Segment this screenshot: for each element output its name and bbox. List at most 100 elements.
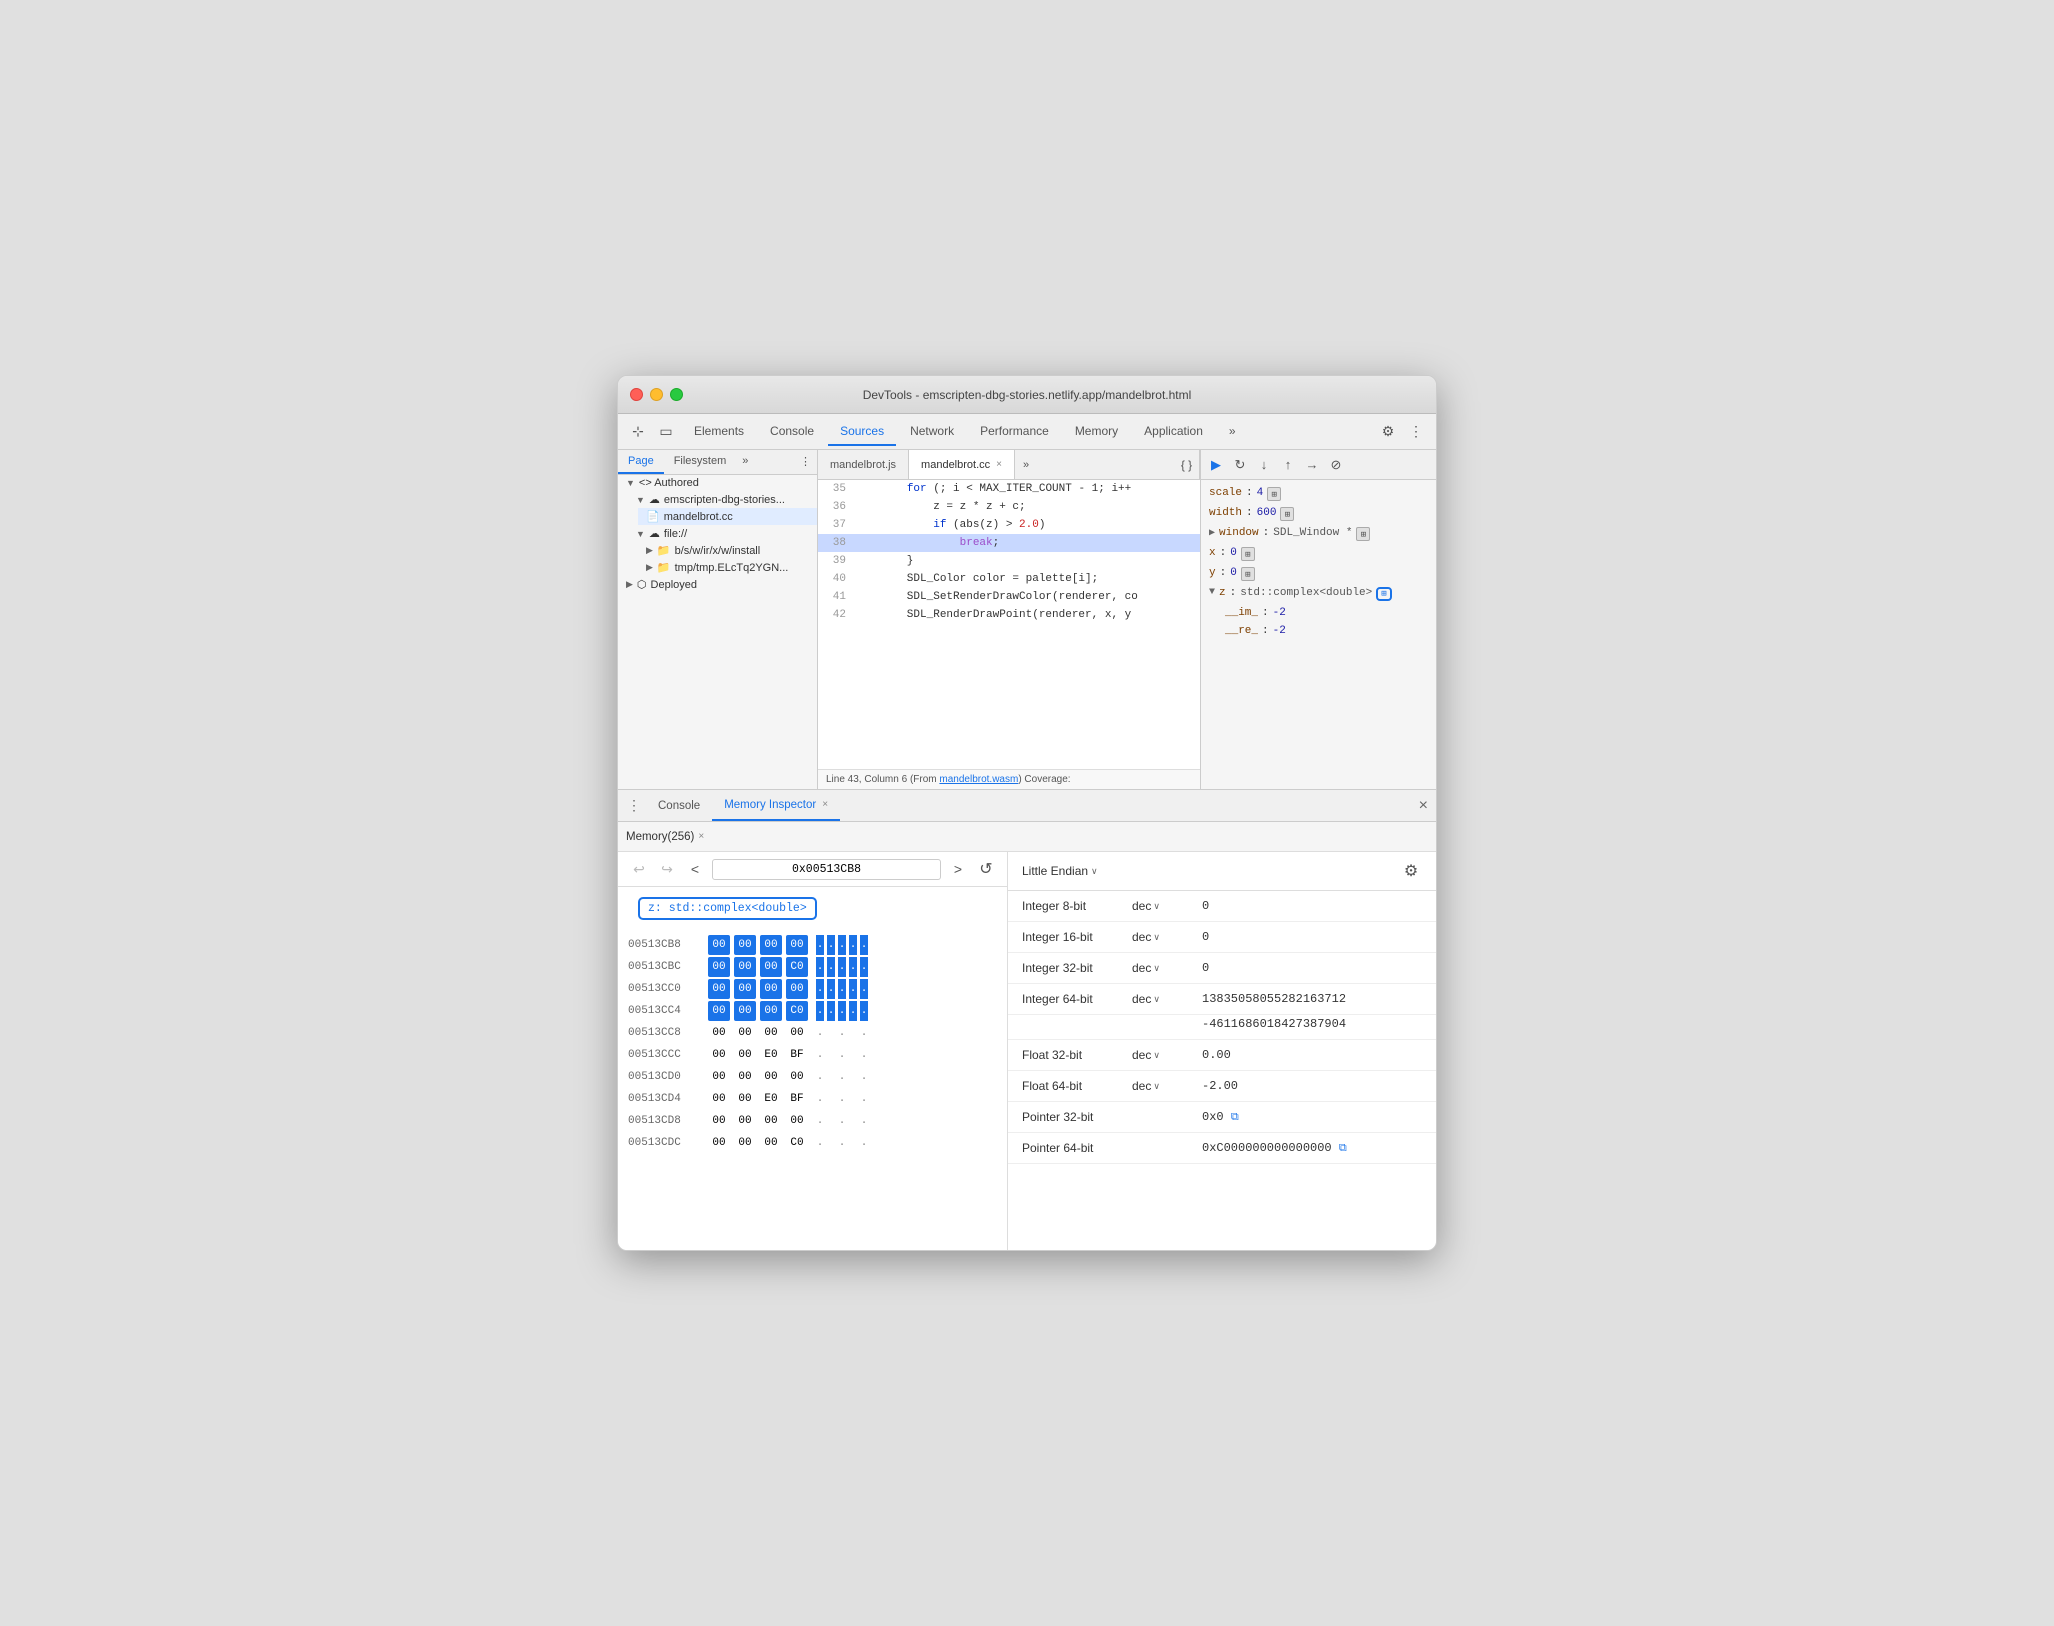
folder-icon: 📁: [657, 561, 671, 574]
code-line: 39 }: [818, 552, 1200, 570]
refresh-btn[interactable]: ↺: [975, 858, 997, 880]
deactivate-btn[interactable]: ⊘: [1325, 454, 1347, 476]
nav-back-btn[interactable]: ↩: [628, 858, 650, 880]
bottom-panel-dots[interactable]: ⋮: [626, 798, 642, 814]
tree-mandelbrot-cc[interactable]: 📄 mandelbrot.cc: [638, 508, 817, 525]
int64-extra-value: -4611686018427387904: [1008, 1015, 1436, 1040]
nav-forward-btn[interactable]: ↪: [656, 858, 678, 880]
nav-next-btn[interactable]: >: [947, 858, 969, 880]
endian-selector[interactable]: Little Endian ∨: [1022, 864, 1098, 878]
tree-item-label: b/s/w/ir/x/w/install: [675, 545, 761, 557]
step-out-btn[interactable]: ↑: [1277, 454, 1299, 476]
memory-hex-viewer: ↩ ↪ < > ↺ z: std::complex<double> 00513C…: [618, 852, 1008, 1250]
cloud-icon: ☁: [649, 493, 660, 506]
step-over-btn[interactable]: ↻: [1229, 454, 1251, 476]
resume-btn[interactable]: ▶: [1205, 454, 1227, 476]
tab-sources[interactable]: Sources: [828, 418, 896, 446]
tab-filesystem[interactable]: Filesystem: [664, 450, 737, 474]
chip-icon[interactable]: ⊞: [1267, 487, 1281, 501]
folder-icon: 📁: [657, 544, 671, 557]
window-title: DevTools - emscripten-dbg-stories.netlif…: [863, 388, 1192, 402]
tab-performance[interactable]: Performance: [968, 418, 1061, 446]
close-memory-instance-icon[interactable]: ×: [698, 831, 704, 842]
tab-console-bottom[interactable]: Console: [646, 790, 712, 821]
hex-row: 00513CD8 00 00 00 00 . . .: [618, 1110, 1007, 1132]
chip-icon[interactable]: ⊞: [1356, 527, 1370, 541]
chip-icon[interactable]: ⊞: [1241, 567, 1255, 581]
step-into-btn[interactable]: ↓: [1253, 454, 1275, 476]
chip-icon[interactable]: ⊞: [1280, 507, 1294, 521]
tab-more[interactable]: »: [1217, 418, 1248, 446]
titlebar: DevTools - emscripten-dbg-stories.netlif…: [618, 376, 1436, 414]
settings-icon[interactable]: ⚙: [1376, 420, 1400, 444]
memory-tab-bar: Memory(256) ×: [618, 822, 1436, 852]
inspector-row-float32: Float 32-bit dec ∨ 0.00: [1008, 1040, 1436, 1071]
tree-tmp[interactable]: ▶ 📁 tmp/tmp.ELcTq2YGN...: [638, 559, 817, 576]
code-panel: mandelbrot.js mandelbrot.cc × » { } 35 f…: [818, 450, 1201, 789]
scope-variables: scale : 4 ⊞ width : 600 ⊞ ▶ window : SDL…: [1201, 480, 1436, 644]
wasm-link[interactable]: mandelbrot.wasm: [939, 774, 1018, 785]
panel-tabs: Page Filesystem » ⋮: [618, 450, 817, 475]
tree-authored[interactable]: ▼ <> Authored: [618, 475, 817, 491]
chevron-down-icon: ∨: [1091, 866, 1098, 877]
hex-row: 00513CC8 00 00 00 00 . . .: [618, 1022, 1007, 1044]
chevron-down-icon[interactable]: ▼: [1209, 587, 1215, 598]
inspect-icon[interactable]: ⊹: [626, 420, 650, 444]
address-input[interactable]: [712, 859, 941, 880]
chevron-right-icon: ▶: [646, 545, 653, 556]
hex-viewer: 00513CB8 00 00 00 00 . . . . .: [618, 930, 1007, 1250]
inspector-header: Little Endian ∨ ⚙: [1008, 852, 1436, 891]
hex-row: 00513CDC 00 00 00 C0 . . .: [618, 1132, 1007, 1154]
hex-row: 00513CBC 00 00 00 C0 . . . . .: [618, 956, 1007, 978]
close-bottom-panel-icon[interactable]: ×: [1419, 797, 1428, 815]
hex-row: 00513CD0 00 00 00 00 . . .: [618, 1066, 1007, 1088]
memory-inspector-icon[interactable]: ⊞: [1376, 587, 1391, 601]
close-memory-tab-icon[interactable]: ×: [822, 799, 828, 810]
tab-page[interactable]: Page: [618, 450, 664, 474]
tab-application[interactable]: Application: [1132, 418, 1215, 446]
tab-memory-inspector[interactable]: Memory Inspector ×: [712, 790, 840, 821]
tab-more-left[interactable]: »: [736, 450, 754, 474]
panel-kebab-icon[interactable]: ⋮: [794, 450, 817, 474]
format-int64[interactable]: dec ∨: [1132, 992, 1202, 1006]
format-int8[interactable]: dec ∨: [1132, 899, 1202, 913]
code-tab-mandelbrot-cc[interactable]: mandelbrot.cc ×: [909, 450, 1015, 479]
chevron-right-icon: ▶: [646, 562, 653, 573]
tree-deployed[interactable]: ▶ ⬡ Deployed: [618, 576, 817, 593]
format-float32[interactable]: dec ∨: [1132, 1048, 1202, 1062]
more-options-icon[interactable]: ⋮: [1404, 420, 1428, 444]
code-line: 35 for (; i < MAX_ITER_COUNT - 1; i++: [818, 480, 1200, 498]
format-icon[interactable]: { }: [1174, 450, 1200, 479]
tab-network[interactable]: Network: [898, 418, 966, 446]
chip-icon[interactable]: ⊞: [1241, 547, 1255, 561]
step-btn[interactable]: →: [1301, 454, 1323, 476]
close-button[interactable]: [630, 388, 643, 401]
close-tab-icon[interactable]: ×: [996, 459, 1002, 470]
code-tab-mandelbrot-js[interactable]: mandelbrot.js: [818, 450, 909, 479]
tab-elements[interactable]: Elements: [682, 418, 756, 446]
tree-install[interactable]: ▶ 📁 b/s/w/ir/x/w/install: [638, 542, 817, 559]
format-int16[interactable]: dec ∨: [1132, 930, 1202, 944]
inspector-settings-icon[interactable]: ⚙: [1400, 860, 1422, 882]
tab-console[interactable]: Console: [758, 418, 826, 446]
code-tab-label: mandelbrot.cc: [921, 459, 990, 471]
pointer64-link-icon[interactable]: ⧉: [1339, 1143, 1347, 1155]
memory-type-inspector: Little Endian ∨ ⚙ Integer 8-bit dec ∨ 0 …: [1008, 852, 1436, 1250]
format-float64[interactable]: dec ∨: [1132, 1079, 1202, 1093]
minimize-button[interactable]: [650, 388, 663, 401]
pointer-link-icon[interactable]: ⧉: [1231, 1112, 1239, 1124]
main-area: Page Filesystem » ⋮ ▼ <> Authored ▼ ☁ em…: [618, 450, 1436, 790]
nav-prev-btn[interactable]: <: [684, 858, 706, 880]
tab-memory[interactable]: Memory: [1063, 418, 1130, 446]
scope-item-window: ▶ window : SDL_Window * ⊞: [1201, 524, 1436, 544]
tree-file[interactable]: ▼ ☁ file://: [628, 525, 817, 542]
tree-item-label: tmp/tmp.ELcTq2YGN...: [675, 562, 789, 574]
device-icon[interactable]: ▭: [654, 420, 678, 444]
tree-emscripten[interactable]: ▼ ☁ emscripten-dbg-stories...: [628, 491, 817, 508]
code-tab-more[interactable]: »: [1015, 450, 1037, 479]
maximize-button[interactable]: [670, 388, 683, 401]
debugger-toolbar: ▶ ↻ ↓ ↑ → ⊘: [1201, 450, 1436, 480]
chevron-right-icon[interactable]: ▶: [1209, 527, 1215, 539]
format-int32[interactable]: dec ∨: [1132, 961, 1202, 975]
code-line-highlighted: 38 break;: [818, 534, 1200, 552]
